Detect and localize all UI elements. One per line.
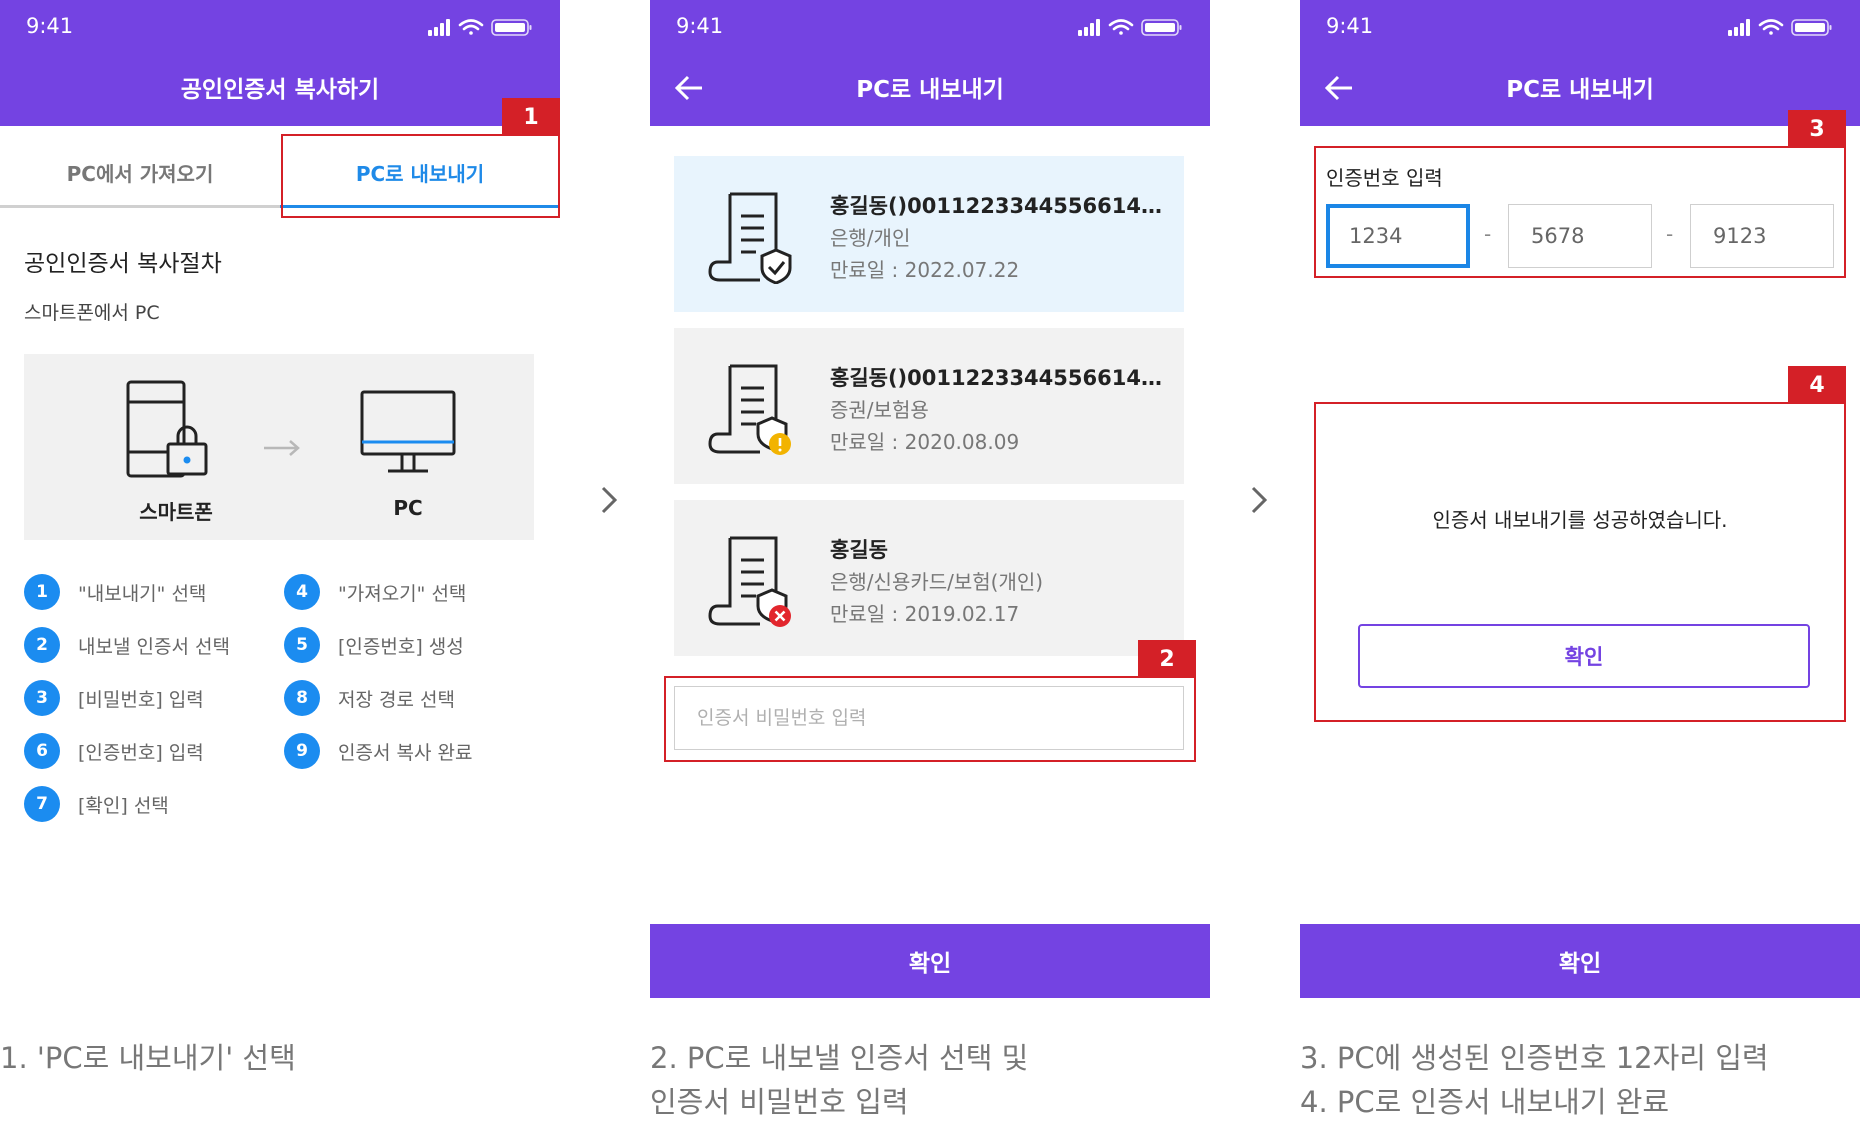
step-number-badge: 4 [284, 574, 320, 610]
caption-step-2-line-1: 2. PC로 내보낼 인증서 선택 및 [650, 1041, 1029, 1075]
page-title: 공인인증서 복사하기 [180, 77, 380, 103]
arrow-right-icon [264, 440, 300, 456]
section-title: 공인인증서 복사절차 [24, 251, 222, 277]
caption-step-3: 3. PC에 생성된 인증번호 12자리 입력 [1300, 1041, 1769, 1075]
battery-icon [1791, 19, 1832, 36]
certificate-valid-icon [708, 192, 792, 284]
chevron-right-icon [1251, 486, 1268, 514]
smartphone-label: 스마트폰 [139, 500, 213, 524]
callout-tag-2: 2 [1138, 640, 1196, 678]
step-item: 2 내보낼 인증서 선택 [24, 626, 230, 664]
status-time: 9:41 [1326, 14, 1374, 38]
signal-icon [1078, 19, 1100, 36]
caption-step-4: 4. PC로 인증서 내보내기 완료 [1300, 1085, 1670, 1119]
certificate-name: 홍길동 [830, 538, 888, 562]
tab-import-from-pc[interactable]: PC에서 가져오기 [0, 126, 280, 208]
status-time: 9:41 [26, 14, 74, 38]
certificate-name: 홍길동()0011223344556614456677 [830, 366, 1164, 390]
step-text: 저장 경로 선택 [338, 688, 455, 711]
step-item: 7 [확인] 선택 [24, 785, 169, 823]
transfer-illustration: 스마트폰 PC [24, 354, 534, 540]
certificate-type: 증권/보험용 [830, 398, 929, 422]
confirm-button[interactable]: 확인 [650, 924, 1210, 998]
certificate-warning-icon [708, 364, 791, 455]
wifi-icon [1758, 19, 1784, 35]
certificate-type: 은행/신용카드/보험(개인) [830, 570, 1044, 594]
step-number-badge: 6 [24, 733, 60, 769]
callout-box-1 [281, 134, 560, 218]
desktop-pc-icon [360, 390, 456, 473]
pc-label: PC [393, 496, 423, 520]
screen-export-auth: 9:41 PC로 내보내기 인증번호 입력 - - 3 인 [1300, 0, 1860, 1000]
step-text: [확인] 선택 [78, 794, 169, 817]
step-text: 인증서 복사 완료 [338, 741, 473, 764]
status-icons [1728, 19, 1832, 36]
wifi-icon [1108, 19, 1134, 35]
certificate-expired-icon [708, 536, 791, 627]
screen-export-to-pc: 9:41 PC로 내보내기 홍길동()00112233445566144 은행/… [650, 0, 1210, 1000]
step-text: [인증번호] 입력 [78, 741, 204, 764]
step-number-badge: 5 [284, 627, 320, 663]
app-bar: 9:41 PC로 내보내기 [1300, 0, 1860, 126]
locked-smartphone-icon [126, 380, 208, 478]
callout-box-3 [1314, 146, 1846, 278]
status-time: 9:41 [676, 14, 724, 38]
app-bar: 9:41 공인인증서 복사하기 [0, 0, 560, 126]
battery-icon [1141, 19, 1182, 36]
step-number-badge: 9 [284, 733, 320, 769]
step-number-badge: 1 [24, 574, 60, 610]
step-number-badge: 7 [24, 786, 60, 822]
step-text: "가져오기" 선택 [338, 582, 467, 605]
battery-icon [491, 19, 532, 36]
certificate-item[interactable]: 홍길동 은행/신용카드/보험(개인) 만료일 : 2019.02.17 [674, 500, 1184, 656]
caption-step-2-line-2: 인증서 비밀번호 입력 [650, 1085, 909, 1119]
step-item: 4 "가져오기" 선택 [284, 573, 466, 611]
step-item: 6 [인증번호] 입력 [24, 732, 204, 770]
step-item: 9 인증서 복사 완료 [284, 732, 472, 770]
certificate-type: 은행/개인 [830, 226, 911, 250]
status-icons [428, 19, 532, 36]
chevron-right-icon [601, 486, 618, 514]
page-title: PC로 내보내기 [1506, 77, 1654, 103]
step-text: [비밀번호] 입력 [78, 688, 204, 711]
step-item: 5 [인증번호] 생성 [284, 626, 464, 664]
step-item: 8 저장 경로 선택 [284, 679, 455, 717]
step-number-badge: 3 [24, 680, 60, 716]
step-item: 1 "내보내기" 선택 [24, 573, 206, 611]
callout-tag-4: 4 [1788, 366, 1846, 404]
status-icons [1078, 19, 1182, 36]
step-text: [인증번호] 생성 [338, 635, 464, 658]
step-text: 내보낼 인증서 선택 [78, 635, 230, 658]
signal-icon [428, 19, 450, 36]
certificate-name: 홍길동()0011223344556614456677 [830, 194, 1164, 218]
callout-tag-1: 1 [502, 98, 560, 136]
step-text: "내보내기" 선택 [78, 582, 207, 605]
wifi-icon [458, 19, 484, 35]
certificate-item-selected[interactable]: 홍길동()0011223344556614456677 은행/개인 만료일 : … [674, 156, 1184, 312]
signal-icon [1728, 19, 1750, 36]
step-item: 3 [비밀번호] 입력 [24, 679, 204, 717]
app-bar: 9:41 PC로 내보내기 [650, 0, 1210, 126]
callout-box-4 [1314, 402, 1846, 722]
section-subtitle: 스마트폰에서 PC [24, 302, 160, 324]
caption-step-1: 1. 'PC로 내보내기' 선택 [0, 1041, 296, 1075]
screen-copy-certificate: 9:41 공인인증서 복사하기 PC에서 가져오기 PC로 내보내기 공인인증서… [0, 0, 560, 1000]
step-number-badge: 8 [284, 680, 320, 716]
callout-box-2 [664, 676, 1196, 762]
certificate-expiry: 만료일 : 2019.02.17 [830, 602, 1020, 626]
step-number-badge: 2 [24, 627, 60, 663]
certificate-expiry: 만료일 : 2020.08.09 [830, 430, 1020, 454]
callout-tag-3: 3 [1788, 110, 1846, 148]
certificate-expiry: 만료일 : 2022.07.22 [830, 258, 1020, 282]
certificate-item[interactable]: 홍길동()0011223344556614456677 증권/보험용 만료일 :… [674, 328, 1184, 484]
page-title: PC로 내보내기 [856, 77, 1004, 103]
confirm-button[interactable]: 확인 [1300, 924, 1860, 998]
